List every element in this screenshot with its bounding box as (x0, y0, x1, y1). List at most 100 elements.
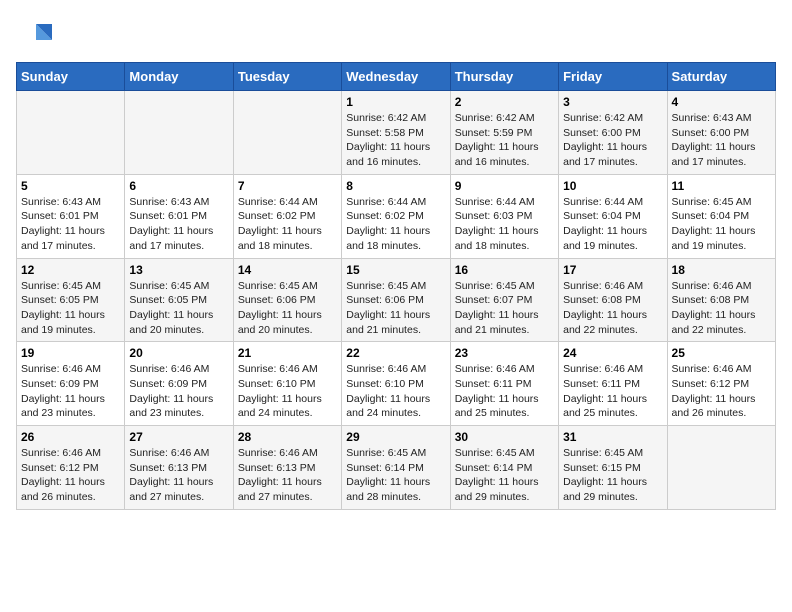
day-number: 18 (672, 263, 771, 277)
calendar-cell: 19 Sunrise: 6:46 AM Sunset: 6:09 PM Dayli… (17, 342, 125, 426)
weekday-header-sunday: Sunday (17, 63, 125, 91)
day-info: Sunrise: 6:45 AM Sunset: 6:14 PM Dayligh… (346, 446, 445, 505)
day-info: Sunrise: 6:46 AM Sunset: 6:08 PM Dayligh… (563, 279, 662, 338)
calendar-cell: 20Sunrise: 6:46 AM Sunset: 6:09 PM Dayli… (125, 342, 233, 426)
day-info: Sunrise: 6:42 AM Sunset: 5:58 PM Dayligh… (346, 111, 445, 170)
calendar-week-row: 1Sunrise: 6:42 AM Sunset: 5:58 PM Daylig… (17, 91, 776, 175)
calendar-cell: 22 Sunrise: 6:46 AM Sunset: 6:10 PM Dayli… (342, 342, 450, 426)
day-number: 21 (238, 346, 337, 360)
day-number: 10 (563, 179, 662, 193)
calendar-cell (125, 91, 233, 175)
calendar-cell (667, 426, 775, 510)
day-info: Sunrise: 6:46 AM Sunset: 6:10 PM Dayligh… (346, 362, 445, 421)
day-info: Sunrise: 6:46 AM Sunset: 6:10 PM Dayligh… (238, 362, 337, 421)
calendar-cell: 6 Sunrise: 6:43 AM Sunset: 6:01 PM Daylig… (125, 174, 233, 258)
calendar-cell: 17 Sunrise: 6:46 AM Sunset: 6:08 PM Dayli… (559, 258, 667, 342)
day-info: Sunrise: 6:46 AM Sunset: 6:13 PM Dayligh… (129, 446, 228, 505)
day-number: 26 (21, 430, 120, 444)
calendar-cell: 15 Sunrise: 6:45 AM Sunset: 6:06 PM Dayli… (342, 258, 450, 342)
day-info: Sunrise: 6:46 AM Sunset: 6:08 PM Dayligh… (672, 279, 771, 338)
day-info: Sunrise: 6:45 AM Sunset: 6:05 PM Dayligh… (21, 279, 120, 338)
day-info: Sunrise: 6:44 AM Sunset: 6:02 PM Dayligh… (238, 195, 337, 254)
calendar-cell: 12 Sunrise: 6:45 AM Sunset: 6:05 PM Dayli… (17, 258, 125, 342)
day-info: Sunrise: 6:45 AM Sunset: 6:04 PM Dayligh… (672, 195, 771, 254)
weekday-header-wednesday: Wednesday (342, 63, 450, 91)
calendar-week-row: 26 Sunrise: 6:46 AM Sunset: 6:12 PM Dayli… (17, 426, 776, 510)
weekday-header-thursday: Thursday (450, 63, 558, 91)
calendar-cell: 25 Sunrise: 6:46 AM Sunset: 6:12 PM Dayli… (667, 342, 775, 426)
day-info: Sunrise: 6:43 AM Sunset: 6:01 PM Dayligh… (129, 195, 228, 254)
day-number: 7 (238, 179, 337, 193)
calendar-cell: 10 Sunrise: 6:44 AM Sunset: 6:04 PM Dayli… (559, 174, 667, 258)
weekday-header-row: SundayMondayTuesdayWednesdayThursdayFrid… (17, 63, 776, 91)
calendar-cell: 30Sunrise: 6:45 AM Sunset: 6:14 PM Dayli… (450, 426, 558, 510)
day-info: Sunrise: 6:45 AM Sunset: 6:15 PM Dayligh… (563, 446, 662, 505)
calendar-cell: 11 Sunrise: 6:45 AM Sunset: 6:04 PM Dayli… (667, 174, 775, 258)
day-info: Sunrise: 6:45 AM Sunset: 6:06 PM Dayligh… (238, 279, 337, 338)
day-number: 29 (346, 430, 445, 444)
day-info: Sunrise: 6:46 AM Sunset: 6:12 PM Dayligh… (672, 362, 771, 421)
logo (16, 16, 56, 52)
calendar-cell: 29 Sunrise: 6:45 AM Sunset: 6:14 PM Dayli… (342, 426, 450, 510)
day-number: 6 (129, 179, 228, 193)
day-info: Sunrise: 6:46 AM Sunset: 6:09 PM Dayligh… (129, 362, 228, 421)
day-info: Sunrise: 6:42 AM Sunset: 6:00 PM Dayligh… (563, 111, 662, 170)
calendar-cell: 23Sunrise: 6:46 AM Sunset: 6:11 PM Dayli… (450, 342, 558, 426)
day-info: Sunrise: 6:46 AM Sunset: 6:09 PM Dayligh… (21, 362, 120, 421)
calendar-cell: 5 Sunrise: 6:43 AM Sunset: 6:01 PM Daylig… (17, 174, 125, 258)
day-number: 16 (455, 263, 554, 277)
day-number: 4 (672, 95, 771, 109)
day-info: Sunrise: 6:43 AM Sunset: 6:01 PM Dayligh… (21, 195, 120, 254)
weekday-header-friday: Friday (559, 63, 667, 91)
calendar-cell: 16 Sunrise: 6:45 AM Sunset: 6:07 PM Dayli… (450, 258, 558, 342)
day-number: 15 (346, 263, 445, 277)
logo-icon (16, 16, 52, 52)
day-number: 25 (672, 346, 771, 360)
day-number: 3 (563, 95, 662, 109)
calendar-cell: 13 Sunrise: 6:45 AM Sunset: 6:05 PM Dayli… (125, 258, 233, 342)
day-info: Sunrise: 6:44 AM Sunset: 6:02 PM Dayligh… (346, 195, 445, 254)
day-number: 22 (346, 346, 445, 360)
day-number: 24 (563, 346, 662, 360)
day-info: Sunrise: 6:44 AM Sunset: 6:03 PM Dayligh… (455, 195, 554, 254)
calendar-cell: 18 Sunrise: 6:46 AM Sunset: 6:08 PM Dayli… (667, 258, 775, 342)
day-number: 12 (21, 263, 120, 277)
calendar-cell: 28Sunrise: 6:46 AM Sunset: 6:13 PM Dayli… (233, 426, 341, 510)
day-number: 13 (129, 263, 228, 277)
day-number: 9 (455, 179, 554, 193)
day-info: Sunrise: 6:43 AM Sunset: 6:00 PM Dayligh… (672, 111, 771, 170)
weekday-header-saturday: Saturday (667, 63, 775, 91)
calendar-cell (17, 91, 125, 175)
calendar-cell: 9 Sunrise: 6:44 AM Sunset: 6:03 PM Daylig… (450, 174, 558, 258)
day-info: Sunrise: 6:45 AM Sunset: 6:05 PM Dayligh… (129, 279, 228, 338)
day-number: 14 (238, 263, 337, 277)
day-info: Sunrise: 6:46 AM Sunset: 6:12 PM Dayligh… (21, 446, 120, 505)
calendar-cell: 26 Sunrise: 6:46 AM Sunset: 6:12 PM Dayli… (17, 426, 125, 510)
calendar-cell: 21 Sunrise: 6:46 AM Sunset: 6:10 PM Dayli… (233, 342, 341, 426)
day-number: 19 (21, 346, 120, 360)
calendar-week-row: 19 Sunrise: 6:46 AM Sunset: 6:09 PM Dayli… (17, 342, 776, 426)
day-number: 17 (563, 263, 662, 277)
calendar-week-row: 12 Sunrise: 6:45 AM Sunset: 6:05 PM Dayli… (17, 258, 776, 342)
day-info: Sunrise: 6:45 AM Sunset: 6:07 PM Dayligh… (455, 279, 554, 338)
calendar-cell: 14 Sunrise: 6:45 AM Sunset: 6:06 PM Dayli… (233, 258, 341, 342)
day-info: Sunrise: 6:44 AM Sunset: 6:04 PM Dayligh… (563, 195, 662, 254)
day-number: 11 (672, 179, 771, 193)
day-number: 8 (346, 179, 445, 193)
weekday-header-tuesday: Tuesday (233, 63, 341, 91)
day-info: Sunrise: 6:45 AM Sunset: 6:14 PM Dayligh… (455, 446, 554, 505)
calendar-cell: 27 Sunrise: 6:46 AM Sunset: 6:13 PM Dayli… (125, 426, 233, 510)
calendar-cell: 3 Sunrise: 6:42 AM Sunset: 6:00 PM Daylig… (559, 91, 667, 175)
calendar-cell (233, 91, 341, 175)
calendar-cell: 24 Sunrise: 6:46 AM Sunset: 6:11 PM Dayli… (559, 342, 667, 426)
day-number: 31 (563, 430, 662, 444)
calendar-cell: 1Sunrise: 6:42 AM Sunset: 5:58 PM Daylig… (342, 91, 450, 175)
calendar-week-row: 5 Sunrise: 6:43 AM Sunset: 6:01 PM Daylig… (17, 174, 776, 258)
day-number: 23 (455, 346, 554, 360)
day-number: 5 (21, 179, 120, 193)
calendar-cell: 8 Sunrise: 6:44 AM Sunset: 6:02 PM Daylig… (342, 174, 450, 258)
day-info: Sunrise: 6:46 AM Sunset: 6:11 PM Dayligh… (563, 362, 662, 421)
day-info: Sunrise: 6:45 AM Sunset: 6:06 PM Dayligh… (346, 279, 445, 338)
day-number: 27 (129, 430, 228, 444)
calendar-cell: 4 Sunrise: 6:43 AM Sunset: 6:00 PM Daylig… (667, 91, 775, 175)
